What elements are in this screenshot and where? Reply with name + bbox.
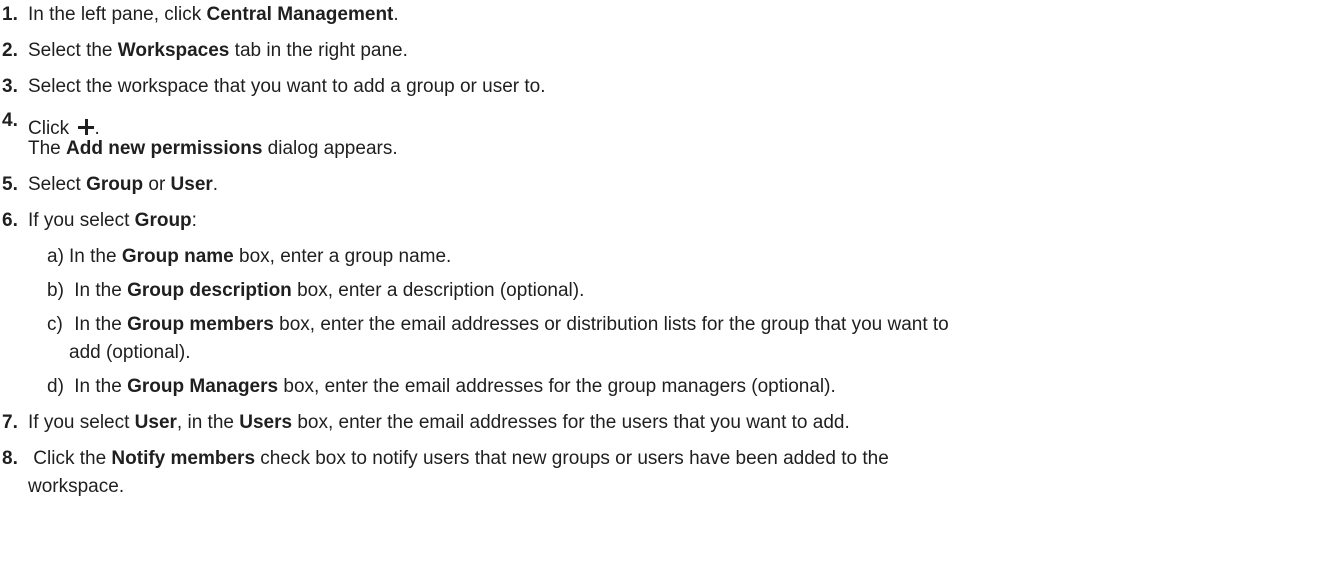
step-4-result: The Add new permissions dialog appears. [28,138,398,159]
substep-a: a) In the Group name box, enter a group n… [47,244,451,270]
step-2: 2. Select the Workspaces tab in the right… [0,38,408,64]
step-8: 8. Click the Notify members check box to… [0,446,889,472]
step-number: 2. [2,40,18,61]
ui-term: Group [134,210,192,231]
ui-term: Group Managers [127,376,279,397]
substep-letter: b) [47,280,64,301]
ui-term: Workspaces [117,40,230,61]
ui-term: User [134,412,177,433]
step-6: 6. If you select Group: [0,208,197,234]
step-number: 7. [2,412,18,433]
ui-term: Users [239,412,293,433]
substep-letter: a) [47,246,64,267]
step-3: 3. Select the workspace that you want to … [0,74,546,100]
ui-term: Central Management [206,4,394,25]
step-number: 1. [2,4,18,25]
step-number: 4. [2,110,18,131]
plus-icon [78,119,95,135]
procedure-document: 1. In the left pane, click Central Manage… [0,0,1318,564]
step-number: 5. [2,174,18,195]
ui-term: Group description [127,280,292,301]
substep-letter: d) [47,376,64,397]
ui-term: Notify members [111,448,256,469]
ui-term: Group members [127,314,274,335]
ui-term: Add new permissions [66,138,263,159]
step-number: 8. [2,448,18,469]
step-number: 3. [2,76,18,97]
ui-term: User [170,174,213,195]
substep-d: d) In the Group Managers box, enter the … [47,374,836,400]
substep-letter: c) [47,314,63,335]
ui-term: Group name [121,246,234,267]
step-number: 6. [2,210,18,231]
ui-term: Group [86,174,144,195]
substep-c: c) In the Group members box, enter the e… [47,312,949,338]
step-5: 5. Select Group or User. [0,172,218,198]
step-7: 7. If you select User, in the Users box, … [0,410,850,436]
step-8-continuation: workspace. [28,476,125,497]
step-1: 1. In the left pane, click Central Manage… [0,2,399,28]
substep-c-continuation: add (optional). [69,342,191,363]
substep-b: b) In the Group description box, enter a… [47,278,584,304]
